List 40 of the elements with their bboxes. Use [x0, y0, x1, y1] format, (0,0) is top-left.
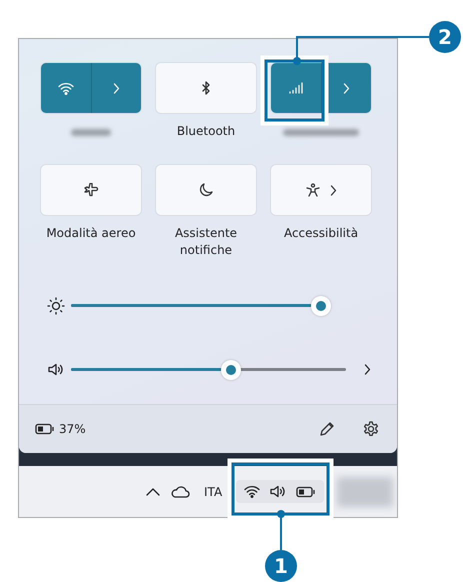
chevron-right-icon	[342, 82, 350, 94]
toggle-tile[interactable]	[156, 165, 256, 216]
moon-icon	[199, 183, 213, 198]
chevron-right-icon	[112, 82, 120, 94]
tile-label: Assistente notifiche	[174, 225, 238, 260]
blurred-label	[71, 129, 111, 136]
toggle-tile[interactable]	[41, 63, 141, 113]
toggle-tile[interactable]	[271, 63, 371, 113]
callout-number: 1	[265, 550, 297, 582]
chevron-up-icon[interactable]	[146, 487, 160, 496]
leader-line	[277, 510, 285, 550]
toggle-tile[interactable]	[41, 165, 141, 216]
highlight-frame	[260, 56, 328, 126]
wifi-icon	[58, 82, 74, 94]
blurred-clock	[337, 476, 393, 506]
tile-label: Bluetooth	[176, 123, 236, 140]
system-tray-button[interactable]	[236, 480, 324, 503]
wifi-icon	[244, 485, 260, 498]
toggle-tile[interactable]	[156, 63, 256, 113]
tile-label: Modalità aereo	[46, 225, 136, 242]
brightness-icon	[47, 296, 65, 315]
airplane-icon	[83, 183, 99, 198]
speaker-icon	[48, 363, 64, 376]
signal-bars-icon	[288, 82, 304, 94]
settings-icon[interactable]	[363, 420, 379, 437]
slider-thumb[interactable]	[311, 296, 331, 316]
language-indicator[interactable]: ITA	[204, 484, 222, 498]
slider-thumb[interactable]	[220, 360, 240, 380]
callout-number: 2	[429, 21, 461, 53]
bluetooth-icon	[201, 81, 211, 95]
edit-icon[interactable]	[319, 420, 335, 437]
person-icon	[306, 183, 320, 198]
battery-icon	[35, 422, 55, 435]
toggle-tile[interactable]	[271, 165, 371, 216]
chevron-right-icon	[330, 184, 336, 196]
speaker-icon	[270, 485, 286, 498]
cloud-icon[interactable]	[170, 485, 190, 498]
tile-label: Accessibilità	[284, 225, 358, 242]
battery-icon	[296, 486, 316, 498]
battery-percentage: 37%	[59, 422, 86, 436]
